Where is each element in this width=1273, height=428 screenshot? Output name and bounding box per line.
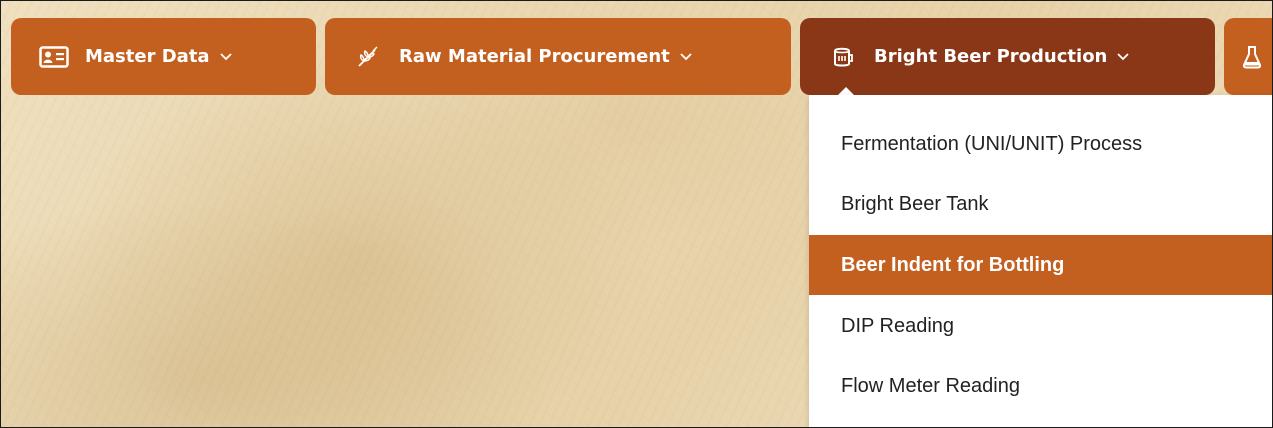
chevron-down-icon bbox=[219, 51, 232, 63]
page-frame: Master Data Raw Material Procurement Bri… bbox=[0, 0, 1273, 428]
id-card-icon bbox=[37, 45, 71, 69]
menu-item-dip-reading[interactable]: DIP Reading bbox=[809, 296, 1272, 356]
beer-tank-icon bbox=[826, 45, 860, 69]
nav-master-data-label: Master Data bbox=[85, 46, 210, 67]
chevron-down-icon bbox=[1117, 51, 1130, 63]
nav-raw-material-procurement-label: Raw Material Procurement bbox=[399, 46, 670, 67]
wheat-icon bbox=[351, 45, 385, 69]
menu-item-beer-indent-for-bottling[interactable]: Beer Indent for Bottling bbox=[809, 235, 1272, 295]
nav-raw-material-procurement-button[interactable]: Raw Material Procurement bbox=[325, 18, 791, 95]
menu-item-flow-meter-reading[interactable]: Flow Meter Reading bbox=[809, 356, 1272, 416]
top-navbar: Master Data Raw Material Procurement Bri… bbox=[1, 1, 1272, 101]
chevron-down-icon bbox=[680, 51, 692, 63]
nav-bright-beer-production-label: Bright Beer Production bbox=[874, 46, 1108, 67]
bright-beer-production-dropdown: Fermentation (UNI/UNIT) Process Bright B… bbox=[809, 95, 1272, 427]
menu-item-fermentation-process[interactable]: Fermentation (UNI/UNIT) Process bbox=[809, 114, 1272, 174]
nav-quality-button[interactable] bbox=[1224, 18, 1272, 95]
nav-master-data-button[interactable]: Master Data bbox=[11, 18, 316, 95]
flask-icon bbox=[1240, 45, 1264, 69]
menu-item-bright-beer-tank[interactable]: Bright Beer Tank bbox=[809, 174, 1272, 234]
nav-bright-beer-production-button[interactable]: Bright Beer Production bbox=[800, 18, 1215, 95]
